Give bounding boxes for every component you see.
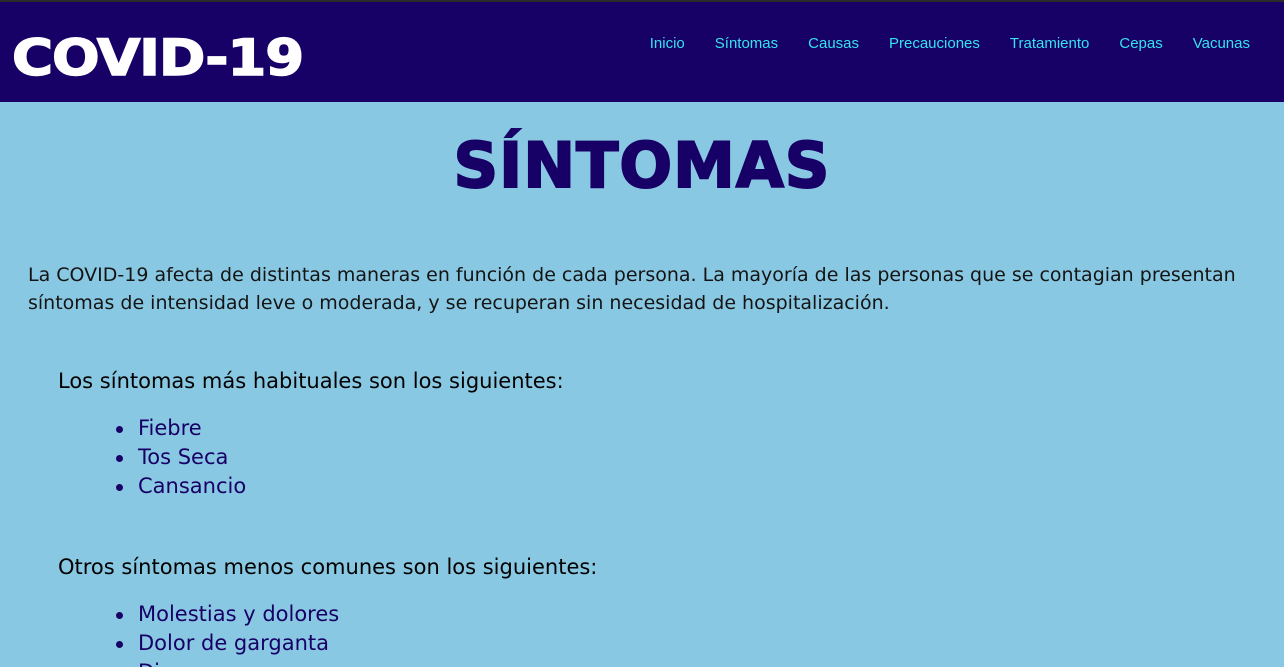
less-common-symptoms-list: Molestias y dolores Dolor de garganta Di… [115, 600, 339, 667]
list-item: Tos Seca [115, 443, 246, 472]
site-logo[interactable]: COVID-19 [11, 28, 305, 88]
list-item: Cansancio [115, 472, 246, 501]
main-nav: Inicio Síntomas Causas Precauciones Trat… [650, 33, 1250, 55]
nav-link-tratamiento[interactable]: Tratamiento [1010, 33, 1089, 55]
list-item: Diarrea [138, 658, 339, 667]
nav-link-vacunas[interactable]: Vacunas [1193, 33, 1250, 55]
nav-link-sintomas[interactable]: Síntomas [715, 33, 778, 55]
list-item: Molestias y dolores [115, 600, 339, 629]
nav-link-inicio[interactable]: Inicio [650, 33, 685, 55]
list-item: Fiebre [115, 414, 246, 443]
nav-link-causas[interactable]: Causas [808, 33, 859, 55]
nav-link-precauciones[interactable]: Precauciones [889, 33, 980, 55]
common-symptoms-list: Fiebre Tos Seca Cansancio [115, 414, 246, 501]
common-symptoms-heading: Los síntomas más habituales son los sigu… [58, 369, 564, 393]
list-item: Dolor de garganta [115, 629, 339, 658]
page-title: SÍNTOMAS [453, 128, 831, 203]
site-header: COVID-19 Inicio Síntomas Causas Precauci… [0, 2, 1284, 102]
nav-link-cepas[interactable]: Cepas [1119, 33, 1162, 55]
intro-paragraph: La COVID-19 afecta de distintas maneras … [28, 264, 1236, 314]
less-common-symptoms-heading: Otros síntomas menos comunes son los sig… [58, 555, 598, 579]
